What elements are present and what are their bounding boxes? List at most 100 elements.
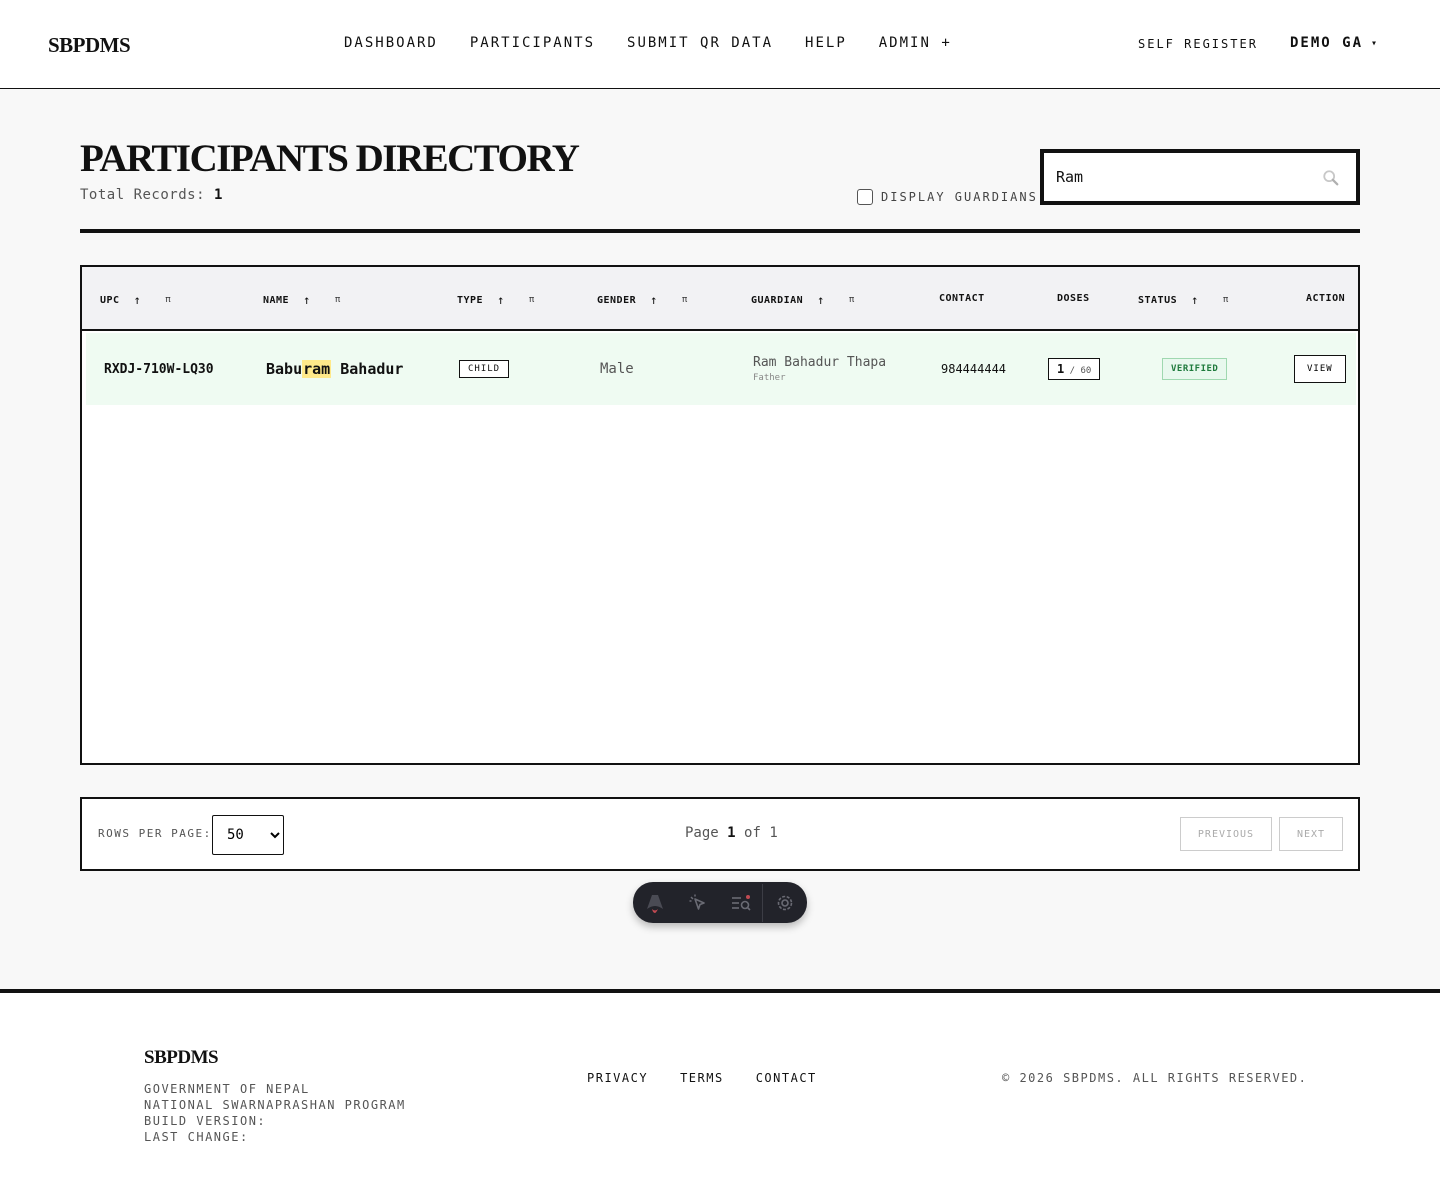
pagination-bar: ROWS PER PAGE: 50 Page 1 of 1 PREVIOUS N… xyxy=(80,797,1360,871)
footer-links: PRIVACY TERMS CONTACT xyxy=(587,1071,817,1085)
nav-help[interactable]: HELP xyxy=(805,35,847,51)
previous-page-button[interactable]: PREVIOUS xyxy=(1180,817,1272,851)
cell-type: CHILD xyxy=(459,333,510,405)
col-contact-label: CONTACT xyxy=(939,293,985,304)
col-guardian[interactable]: GUARDIAN ↑ π xyxy=(751,293,855,307)
status-badge: VERIFIED xyxy=(1162,358,1228,380)
cell-upc: RXDJ-710W-LQ30 xyxy=(104,361,214,377)
user-menu[interactable]: DEMO GA ▾ xyxy=(1290,35,1379,51)
main-nav: DASHBOARD PARTICIPANTS SUBMIT QR DATA HE… xyxy=(344,35,952,51)
settings-gear-icon[interactable] xyxy=(763,882,806,923)
sort-arrow-icon[interactable]: ↑ xyxy=(817,293,825,307)
col-action: ACTION xyxy=(1306,293,1345,304)
total-records-label: Total Records: xyxy=(80,187,206,203)
sort-arrow-icon[interactable]: ↑ xyxy=(1191,293,1199,307)
col-name[interactable]: NAME ↑ π xyxy=(263,293,341,307)
top-navigation-bar: SBPDMS DASHBOARD PARTICIPANTS SUBMIT QR … xyxy=(0,0,1440,89)
pin-column-icon[interactable]: π xyxy=(529,295,535,305)
col-status[interactable]: STATUS ↑ π xyxy=(1138,293,1229,307)
table-header: UPC ↑ π NAME ↑ π TYPE ↑ π GENDER ↑ π GUA… xyxy=(82,267,1358,331)
audit-list-icon[interactable] xyxy=(719,882,762,923)
nav-participants[interactable]: PARTICIPANTS xyxy=(470,35,595,51)
total-pages: 1 xyxy=(769,825,778,841)
footer-link-privacy[interactable]: PRIVACY xyxy=(587,1071,648,1085)
col-doses: DOSES xyxy=(1057,293,1090,304)
col-upc-label: UPC xyxy=(100,294,120,306)
pin-column-icon[interactable]: π xyxy=(1223,295,1229,305)
col-contact: CONTACT xyxy=(939,293,985,304)
name-text-before: Babu xyxy=(266,360,303,378)
site-footer: SBPDMS GOVERNMENT OF NEPAL NATIONAL SWAR… xyxy=(0,989,1440,1189)
footer-link-contact[interactable]: CONTACT xyxy=(756,1071,817,1085)
type-badge: CHILD xyxy=(459,360,510,378)
next-page-button[interactable]: NEXT xyxy=(1279,817,1343,851)
sort-arrow-icon[interactable]: ↑ xyxy=(134,293,142,307)
cell-contact: 984444444 xyxy=(941,362,1007,376)
name-text-after: Bahadur xyxy=(331,360,404,378)
search-icon[interactable] xyxy=(1322,169,1340,187)
doses-total: 60 xyxy=(1080,366,1092,376)
col-doses-label: DOSES xyxy=(1057,293,1090,304)
nav-admin-menu[interactable]: ADMIN + xyxy=(879,35,952,51)
sort-arrow-icon[interactable]: ↑ xyxy=(303,293,311,307)
chevron-down-icon: ▾ xyxy=(1371,37,1380,49)
cell-guardian: Ram Bahadur Thapa Father xyxy=(753,333,886,405)
footer-last-change: LAST CHANGE: xyxy=(144,1130,249,1144)
sort-arrow-icon[interactable]: ↑ xyxy=(497,293,505,307)
pin-column-icon[interactable]: π xyxy=(849,295,855,305)
nav-submit-qr-data[interactable]: SUBMIT QR DATA xyxy=(627,35,773,51)
total-records-value: 1 xyxy=(213,187,223,203)
footer-copyright: © 2026 SBPDMS. ALL RIGHTS RESERVED. xyxy=(1002,1071,1308,1085)
pin-column-icon[interactable]: π xyxy=(165,295,171,305)
footer-build-version: BUILD VERSION: xyxy=(144,1114,267,1128)
footer-logo: SBPDMS xyxy=(144,1047,219,1068)
col-name-label: NAME xyxy=(263,294,290,306)
total-records: Total Records: 1 xyxy=(80,187,223,203)
col-status-label: STATUS xyxy=(1138,294,1178,306)
guardian-relation: Father xyxy=(753,373,786,383)
nav-dashboard[interactable]: DASHBOARD xyxy=(344,35,438,51)
display-guardians-toggle[interactable]: DISPLAY GUARDIANS xyxy=(857,189,1038,205)
cell-doses: 1 / 60 xyxy=(1048,333,1101,405)
pin-column-icon[interactable]: π xyxy=(335,295,341,305)
footer-info: GOVERNMENT OF NEPAL NATIONAL SWARNAPRASH… xyxy=(144,1081,406,1145)
cell-name: Babu ram Bahadur xyxy=(266,333,403,405)
page-indicator: Page 1 of 1 xyxy=(685,825,778,841)
footer-government: GOVERNMENT OF NEPAL xyxy=(144,1082,310,1096)
pin-column-icon[interactable]: π xyxy=(682,295,688,305)
page-title: PARTICIPANTS DIRECTORY xyxy=(80,137,580,180)
rows-per-page-label: ROWS PER PAGE: xyxy=(98,827,212,840)
dev-toolbar xyxy=(633,882,807,923)
view-button[interactable]: VIEW xyxy=(1294,355,1346,383)
cursor-select-icon[interactable] xyxy=(676,882,719,923)
col-guardian-label: GUARDIAN xyxy=(751,294,804,306)
cell-status: VERIFIED xyxy=(1162,333,1228,405)
guardian-name: Ram Bahadur Thapa xyxy=(753,355,887,370)
table-row[interactable]: RXDJ-710W-LQ30 Babu ram Bahadur CHILD Mal… xyxy=(86,333,1356,405)
col-type[interactable]: TYPE ↑ π xyxy=(457,293,535,307)
display-guardians-checkbox[interactable] xyxy=(857,189,873,205)
col-gender[interactable]: GENDER ↑ π xyxy=(597,293,688,307)
participants-table: UPC ↑ π NAME ↑ π TYPE ↑ π GENDER ↑ π GUA… xyxy=(80,265,1360,765)
doses-counter: 1 / 60 xyxy=(1048,358,1101,380)
self-register-link[interactable]: SELF REGISTER xyxy=(1138,37,1258,51)
astro-logo-icon[interactable] xyxy=(633,882,676,923)
of-word: of xyxy=(744,825,761,841)
rows-per-page-select[interactable]: 50 xyxy=(212,815,284,855)
col-upc[interactable]: UPC ↑ π xyxy=(100,293,171,307)
search-box xyxy=(1040,149,1360,205)
col-action-label: ACTION xyxy=(1306,293,1346,304)
current-page: 1 xyxy=(727,825,736,841)
sort-arrow-icon[interactable]: ↑ xyxy=(650,293,658,307)
footer-program: NATIONAL SWARNAPRASHAN PROGRAM xyxy=(144,1098,406,1112)
footer-link-terms[interactable]: TERMS xyxy=(680,1071,724,1085)
display-guardians-label: DISPLAY GUARDIANS xyxy=(881,190,1038,204)
page-word: Page xyxy=(685,825,719,841)
search-match-highlight: ram xyxy=(302,360,332,378)
col-gender-label: GENDER xyxy=(597,294,637,306)
cell-gender: Male xyxy=(600,361,634,377)
section-divider xyxy=(80,229,1360,233)
site-logo[interactable]: SBPDMS xyxy=(48,33,131,58)
search-input[interactable] xyxy=(1056,165,1306,189)
cell-action: VIEW xyxy=(1294,333,1346,405)
